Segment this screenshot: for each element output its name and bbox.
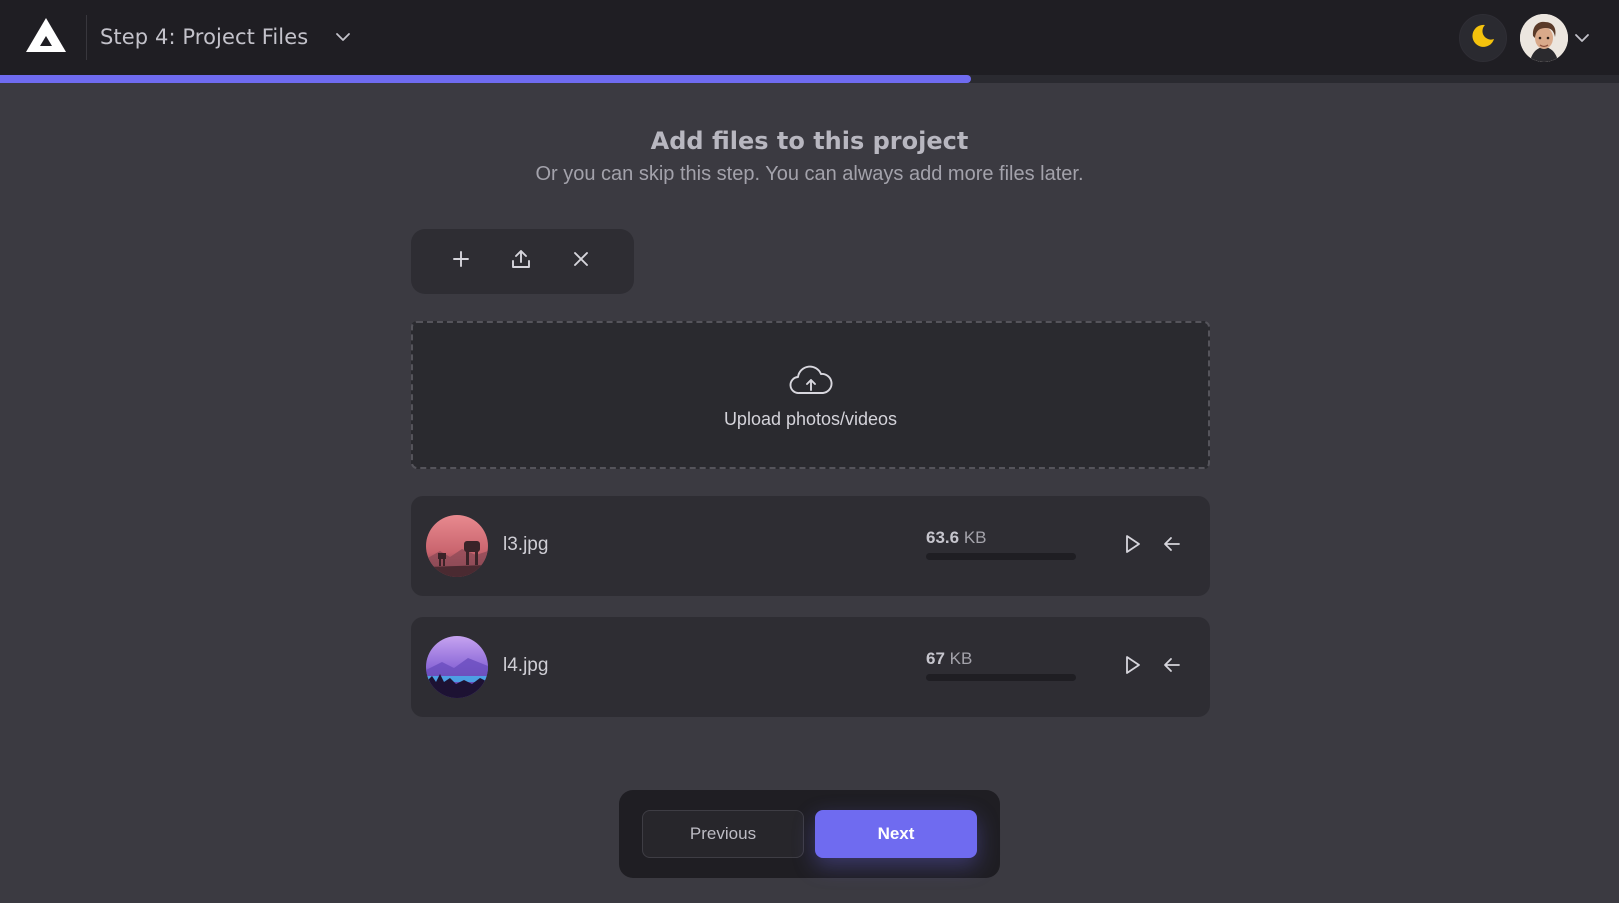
step-title: Step 4: Project Files bbox=[100, 25, 309, 49]
next-button[interactable]: Next bbox=[815, 810, 977, 858]
theme-toggle-button[interactable] bbox=[1459, 14, 1507, 62]
close-icon bbox=[572, 250, 590, 273]
dropzone-label: Upload photos/videos bbox=[723, 408, 898, 429]
play-icon bbox=[1121, 533, 1143, 560]
top-bar: Step 4: Project Files bbox=[0, 0, 1619, 75]
file-toolbar bbox=[411, 229, 634, 294]
page-subtitle: Or you can skip this step. You can alway… bbox=[535, 163, 1084, 185]
arrow-left-icon bbox=[1161, 654, 1183, 681]
file-size: 67 KB bbox=[926, 649, 973, 668]
moon-icon bbox=[1469, 22, 1497, 55]
file-thumbnail bbox=[426, 515, 488, 577]
file-name: l4.jpg bbox=[503, 655, 549, 676]
back-button[interactable] bbox=[1159, 533, 1185, 559]
play-button[interactable] bbox=[1119, 533, 1145, 559]
header-divider bbox=[86, 15, 87, 60]
upload-dropzone[interactable]: Upload photos/videos bbox=[411, 321, 1210, 469]
file-row: l4.jpg 67 KB bbox=[411, 617, 1210, 717]
upload-icon bbox=[510, 248, 532, 275]
triangle-logo-icon[interactable] bbox=[24, 16, 68, 54]
file-size: 63.6 KB bbox=[926, 528, 987, 547]
page-title: Add files to this project bbox=[650, 127, 969, 155]
upload-button[interactable] bbox=[507, 247, 535, 275]
upload-progress-bar bbox=[926, 553, 1076, 560]
play-button[interactable] bbox=[1119, 654, 1145, 680]
back-button[interactable] bbox=[1159, 654, 1185, 680]
file-row: l3.jpg 63.6 KB bbox=[411, 496, 1210, 596]
plus-icon bbox=[451, 249, 471, 274]
file-name: l3.jpg bbox=[503, 534, 549, 555]
chevron-down-icon[interactable] bbox=[1573, 29, 1591, 47]
step-progress-bar bbox=[0, 75, 1619, 83]
clear-button[interactable] bbox=[567, 247, 595, 275]
step-progress-fill bbox=[0, 75, 972, 83]
upload-progress-bar bbox=[926, 674, 1076, 681]
arrow-left-icon bbox=[1161, 533, 1183, 560]
chevron-down-icon[interactable] bbox=[334, 28, 352, 46]
cloud-upload-icon bbox=[789, 363, 833, 399]
add-file-button[interactable] bbox=[447, 247, 475, 275]
avatar[interactable] bbox=[1520, 14, 1568, 62]
previous-button[interactable]: Previous bbox=[642, 810, 804, 858]
file-thumbnail bbox=[426, 636, 488, 698]
step-navigation: Previous Next bbox=[619, 790, 1000, 878]
play-icon bbox=[1121, 654, 1143, 681]
